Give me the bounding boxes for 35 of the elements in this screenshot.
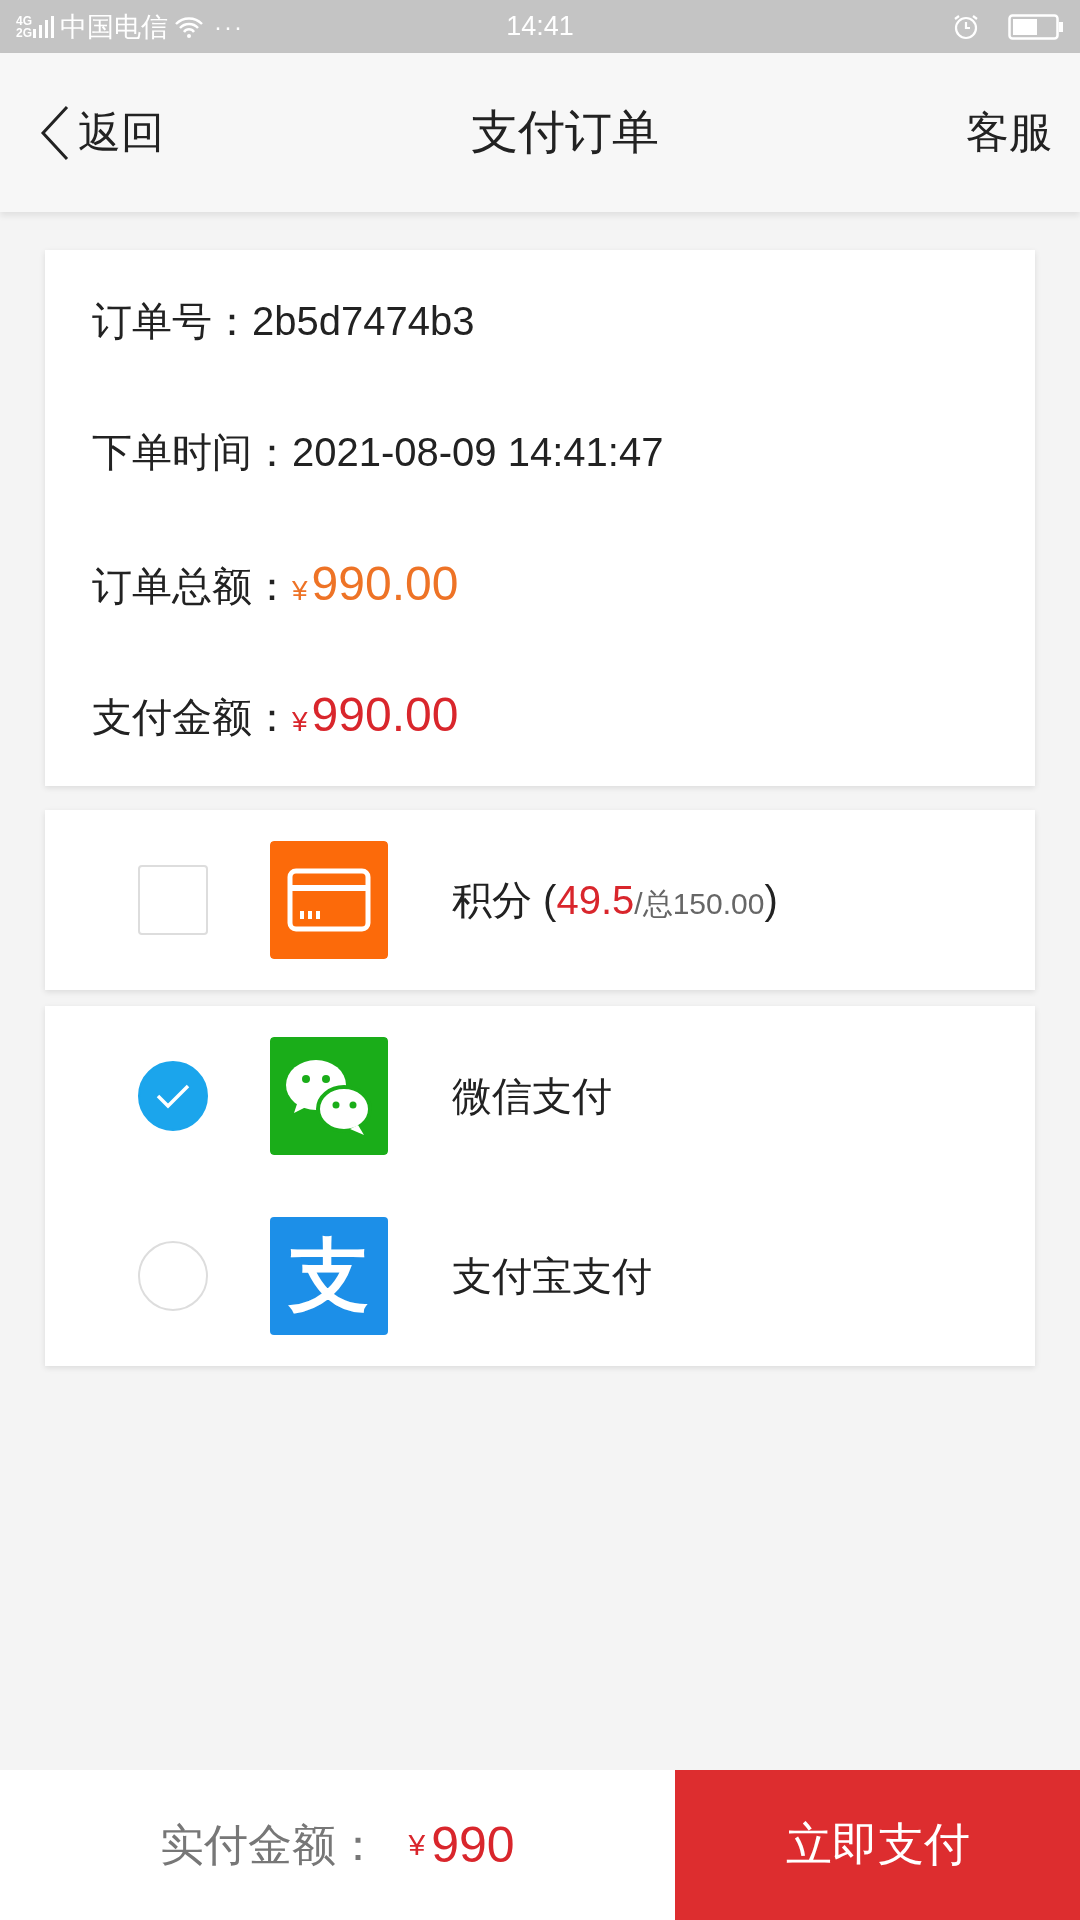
price-value: 990.00 bbox=[311, 687, 459, 743]
checkmark-icon bbox=[155, 1083, 191, 1109]
field-label: 下单时间： bbox=[92, 429, 292, 476]
payment-method-label: 支付宝支付 bbox=[452, 1252, 652, 1300]
currency-symbol: ¥ bbox=[292, 574, 308, 608]
field-value: 2b5d7474b3 bbox=[252, 298, 475, 345]
more-indicator: ··· bbox=[214, 12, 244, 41]
signal-icon bbox=[32, 14, 54, 39]
total-label: 实付金额： bbox=[160, 1818, 381, 1871]
payment-method-label: 积分 (49.5/总150.00) bbox=[452, 876, 778, 924]
back-button[interactable]: 返回 bbox=[40, 103, 164, 162]
field-value: 2021-08-09 14:41:47 bbox=[292, 429, 664, 476]
clock-time: 14:41 bbox=[506, 11, 574, 42]
network-label: 2G bbox=[16, 26, 32, 39]
field-label: 订单总额： bbox=[92, 563, 292, 610]
field-label: 订单号： bbox=[92, 298, 252, 345]
checkbox[interactable] bbox=[138, 865, 208, 935]
carrier-name: 中国电信 bbox=[60, 10, 168, 44]
wifi-icon bbox=[174, 14, 204, 39]
alarm-icon bbox=[952, 12, 980, 41]
currency-symbol: ¥ bbox=[408, 1828, 426, 1862]
card-icon bbox=[270, 841, 388, 959]
price-value: 990.00 bbox=[311, 556, 459, 612]
pay-now-button[interactable]: 立即支付 bbox=[675, 1770, 1080, 1920]
field-label: 支付金额： bbox=[92, 694, 292, 741]
back-icon bbox=[40, 104, 70, 161]
payment-method-label: 微信支付 bbox=[452, 1072, 612, 1120]
chat-bubbles-icon bbox=[270, 1037, 388, 1155]
payment-logo: 支 bbox=[270, 1217, 388, 1335]
network-label: 4G bbox=[16, 14, 32, 27]
currency-symbol: ¥ bbox=[292, 705, 308, 739]
total-amount: 990 bbox=[431, 1816, 515, 1874]
customer-service-button[interactable]: 客服 bbox=[966, 103, 1052, 162]
page-title: 支付订单 bbox=[470, 104, 660, 160]
battery-icon bbox=[1008, 13, 1064, 40]
